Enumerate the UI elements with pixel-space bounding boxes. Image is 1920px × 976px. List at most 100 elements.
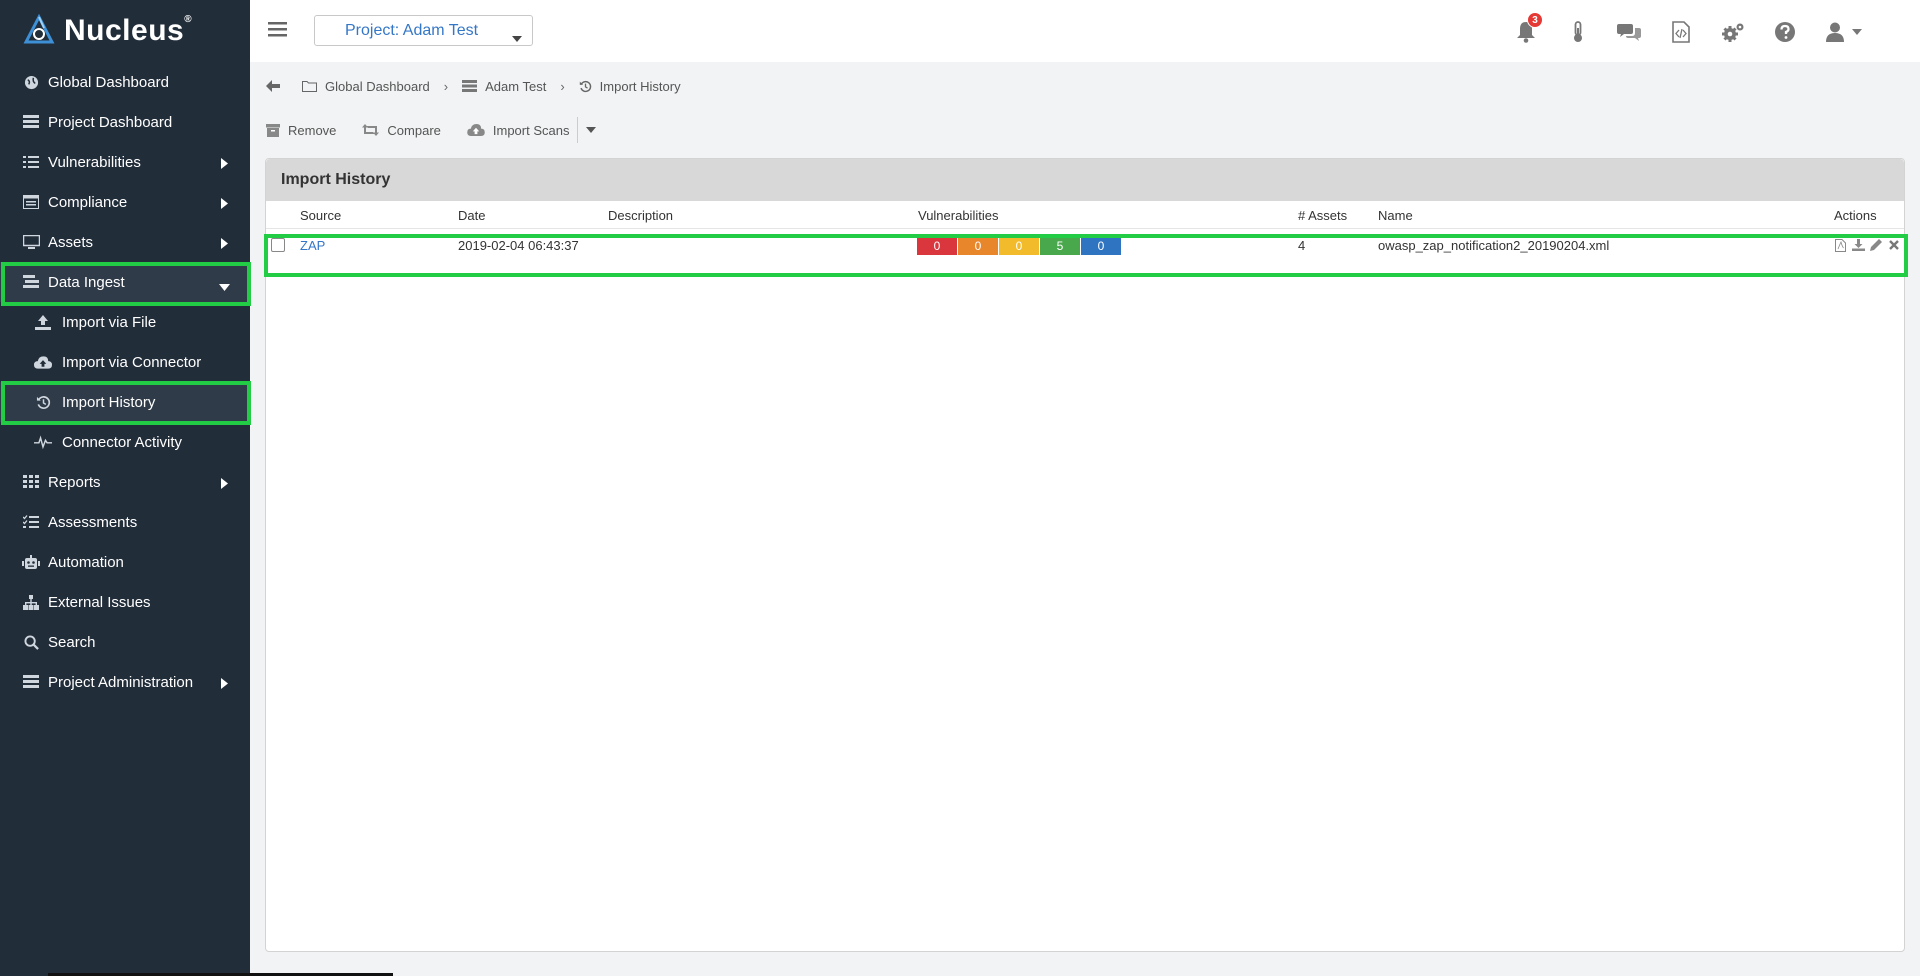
table-row[interactable]: ZAP 2019-02-04 06:43:37 0 0 0 5 0 4 owas… — [266, 229, 1904, 263]
sidebar-item-vulnerabilities[interactable]: Vulnerabilities — [0, 142, 250, 182]
globe-icon — [22, 73, 40, 91]
breadcrumb: Global Dashboard › Adam Test › Import Hi… — [266, 76, 681, 96]
sidebar-item-import-via-file[interactable]: Import via File — [0, 302, 250, 342]
sidebar-item-assets[interactable]: Assets — [0, 222, 250, 262]
admin-icon — [22, 673, 40, 691]
menu-icon[interactable] — [268, 22, 287, 42]
download-icon[interactable] — [1851, 238, 1865, 252]
sidebar-item-label: Project Administration — [48, 673, 194, 691]
column-source[interactable]: Source — [300, 208, 341, 223]
sidebar-item-label: External Issues — [48, 593, 151, 611]
breadcrumb-current: Import History — [579, 79, 681, 94]
code-file-icon[interactable] — [1669, 20, 1693, 44]
sidebar-item-connector-activity[interactable]: Connector Activity — [0, 422, 250, 462]
row-date: 2019-02-04 06:43:37 — [458, 238, 579, 253]
table-header: Source Date Description Vulnerabilities … — [266, 201, 1904, 229]
project-selector-label: Project: Adam Test — [345, 21, 479, 39]
sidebar-item-label: Connector Activity — [62, 433, 183, 451]
column-vulnerabilities[interactable]: Vulnerabilities — [918, 208, 998, 223]
row-actions — [1833, 238, 1901, 252]
sidebar-item-import-via-connector[interactable]: Import via Connector — [0, 342, 250, 382]
column-name[interactable]: Name — [1378, 208, 1413, 223]
sidebar-item-data-ingest[interactable]: Data Ingest — [0, 262, 250, 302]
chevron-down-icon — [1852, 29, 1862, 35]
import-scans-button[interactable]: Import Scans — [467, 123, 569, 138]
project-icon — [462, 80, 478, 92]
sidebar-item-reports[interactable]: Reports — [0, 462, 250, 502]
delete-icon[interactable] — [1887, 238, 1901, 252]
breadcrumb-global-dashboard[interactable]: Global Dashboard — [302, 79, 430, 94]
grid-icon — [22, 473, 40, 491]
vuln-high-count[interactable]: 0 — [958, 237, 998, 255]
topbar: Project: Adam Test 3 — [250, 0, 1920, 62]
column-date[interactable]: Date — [458, 208, 485, 223]
history-icon — [34, 393, 52, 411]
breadcrumb-project[interactable]: Adam Test — [462, 79, 546, 94]
chevron-right-icon — [221, 156, 228, 173]
sidebar-item-global-dashboard[interactable]: Global Dashboard — [0, 62, 250, 102]
thermometer-icon[interactable] — [1566, 20, 1590, 44]
column-assets[interactable]: # Assets — [1298, 208, 1347, 223]
sidebar-item-search[interactable]: Search — [0, 622, 250, 662]
user-menu-icon[interactable] — [1826, 20, 1866, 44]
upload-icon — [34, 313, 52, 331]
dashboard-icon — [22, 113, 40, 131]
pulse-icon — [34, 433, 52, 451]
search-icon — [22, 633, 40, 651]
main-content: Global Dashboard › Adam Test › Import Hi… — [250, 62, 1920, 976]
logo-text: Nucleus® — [64, 14, 193, 47]
remove-button[interactable]: Remove — [266, 123, 336, 138]
sidebar-item-label: Automation — [48, 553, 124, 571]
row-checkbox[interactable] — [271, 238, 285, 252]
sidebar-item-automation[interactable]: Automation — [0, 542, 250, 582]
back-arrow-icon[interactable] — [266, 80, 280, 92]
row-assets: 4 — [1298, 238, 1306, 253]
settings-gears-icon[interactable] — [1721, 20, 1745, 44]
sidebar-item-project-administration[interactable]: Project Administration — [0, 662, 250, 702]
chevron-down-icon — [219, 278, 230, 295]
sidebar-item-project-dashboard[interactable]: Project Dashboard — [0, 102, 250, 142]
column-description[interactable]: Description — [608, 208, 673, 223]
sidebar-item-import-history[interactable]: Import History — [0, 382, 250, 422]
sidebar-item-label: Project Dashboard — [48, 113, 173, 131]
logo[interactable]: Nucleus® — [0, 0, 250, 62]
edit-pencil-icon[interactable] — [1869, 238, 1883, 252]
panel-title: Import History — [266, 159, 1904, 201]
toolbar: Remove Compare Import Scans — [266, 117, 597, 143]
sidebar: Nucleus® Global Dashboard Project Dashbo… — [0, 0, 251, 976]
sidebar-item-assessments[interactable]: Assessments — [0, 502, 250, 542]
vuln-low-count[interactable]: 5 — [1040, 237, 1080, 255]
vulnerability-counts: 0 0 0 5 0 — [917, 237, 1122, 255]
vuln-info-count[interactable]: 0 — [1081, 237, 1121, 255]
nucleus-logo-icon — [23, 14, 55, 44]
chevron-right-icon — [221, 236, 228, 253]
robot-icon — [22, 553, 40, 571]
chat-icon[interactable] — [1617, 20, 1641, 44]
compare-button[interactable]: Compare — [362, 123, 441, 138]
breadcrumb-separator: › — [443, 78, 449, 94]
toolbar-divider — [577, 117, 579, 143]
sidebar-item-compliance[interactable]: Compliance — [0, 182, 250, 222]
import-scans-dropdown-icon[interactable] — [586, 127, 597, 133]
sidebar-item-external-issues[interactable]: External Issues — [0, 582, 250, 622]
import-history-panel: Import History Source Date Description V… — [265, 158, 1905, 952]
sidebar-item-label: Import via Connector — [62, 353, 202, 371]
sidebar-item-label: Assessments — [48, 513, 138, 531]
cloud-upload-icon — [34, 353, 52, 371]
chevron-right-icon — [221, 476, 228, 493]
pdf-file-icon[interactable] — [1833, 238, 1847, 252]
sidebar-item-label: Vulnerabilities — [48, 153, 141, 171]
row-name: owasp_zap_notification2_20190204.xml — [1378, 238, 1610, 253]
help-icon[interactable] — [1773, 20, 1797, 44]
sitemap-icon — [22, 593, 40, 611]
vuln-medium-count[interactable]: 0 — [999, 237, 1039, 255]
monitor-icon — [22, 233, 40, 251]
column-actions: Actions — [1834, 208, 1877, 223]
folder-icon — [302, 81, 317, 92]
chevron-right-icon — [221, 196, 228, 213]
vuln-critical-count[interactable]: 0 — [917, 237, 957, 255]
source-link[interactable]: ZAP — [300, 238, 325, 253]
project-selector[interactable]: Project: Adam Test — [314, 15, 533, 46]
notifications-bell-icon[interactable]: 3 — [1514, 12, 1543, 44]
sidebar-item-label: Global Dashboard — [48, 73, 169, 91]
